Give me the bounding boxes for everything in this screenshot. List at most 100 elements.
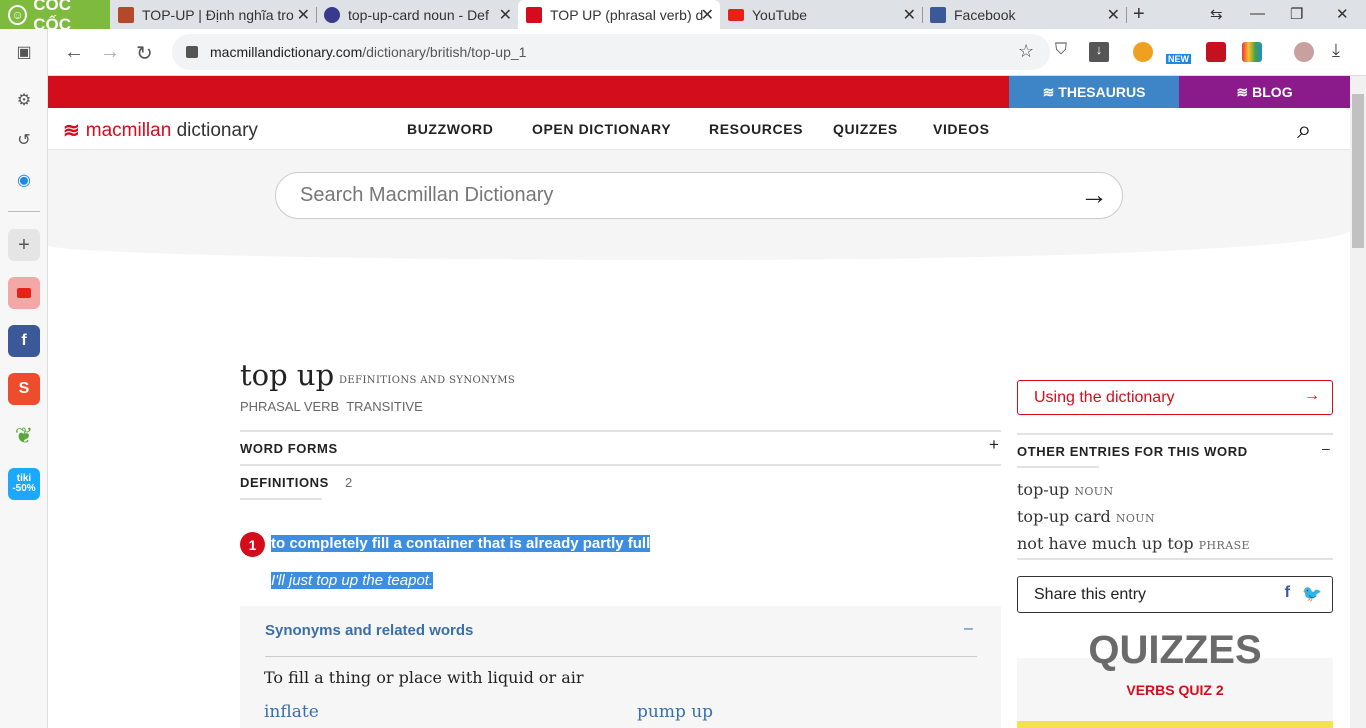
arrow-right-icon[interactable]: → [1080, 179, 1108, 211]
quiz-image [1017, 721, 1333, 728]
search-placeholder: Search Macmillan Dictionary [300, 184, 554, 206]
other-entries-heading[interactable]: OTHER ENTRIES FOR THIS WORD [1017, 444, 1248, 459]
nav-open-dictionary[interactable]: OPEN DICTIONARY [532, 121, 671, 137]
forward-button[interactable]: → [100, 41, 120, 64]
bookmark-star-icon[interactable]: ☆ [1018, 41, 1034, 62]
scrollbar-thumb[interactable] [1352, 94, 1364, 248]
tab-title: TOP UP (phrasal verb) d [550, 6, 704, 23]
arrow-right-icon: → [1304, 387, 1320, 404]
tab-title: TOP-UP | Định nghĩa tro [142, 6, 294, 23]
shopee-app-icon[interactable]: S [8, 373, 40, 405]
new-ext-badge[interactable]: NEW [1166, 54, 1191, 64]
tab-title: Facebook [954, 6, 1016, 23]
logo-mac-text: macmillan [85, 119, 172, 141]
close-icon[interactable]: ✕ [297, 5, 310, 25]
site-logo[interactable]: ≋ macmillan dictionary [63, 118, 258, 143]
close-icon[interactable]: ✕ [903, 5, 916, 25]
quiz-subtitle[interactable]: VERBS QUIZ 2 [1017, 682, 1333, 698]
definitions-label: DEFINITIONS [240, 475, 329, 490]
synonyms-toggle[interactable]: – [964, 620, 973, 638]
tab-cambridge[interactable]: TOP-UP | Định nghĩa tro ✕ [110, 0, 317, 29]
lock-icon [186, 46, 198, 58]
other-entry-word: top-up [1017, 480, 1070, 499]
downloads-icon[interactable]: ⤓ [1332, 40, 1340, 61]
tab-youtube[interactable]: YouTube ✕ [720, 0, 923, 29]
nav-buzzword[interactable]: BUZZWORD [407, 121, 493, 137]
definitions-count: 2 [345, 475, 353, 490]
avatar[interactable] [1294, 42, 1314, 62]
facebook-app-icon[interactable]: f [8, 325, 40, 357]
tiki-app-icon[interactable]: tiki -50% [8, 468, 40, 500]
share-label: Share this entry [1034, 585, 1147, 603]
download-ext-icon[interactable]: ↓ [1089, 42, 1109, 62]
messenger-icon[interactable]: ◉ [8, 164, 40, 196]
back-button[interactable]: ← [64, 41, 84, 64]
blog-link[interactable]: ≋ BLOG [1179, 76, 1350, 108]
reload-button[interactable]: ↻ [136, 41, 153, 66]
search-icon[interactable]: ⌕ [1297, 114, 1312, 146]
tab-search-icon[interactable]: ⇆ [1210, 5, 1223, 23]
headword-tag: DEFINITIONS AND SYNONYMS [339, 375, 516, 386]
other-entry[interactable]: top-up NOUN [1017, 480, 1114, 499]
divider [1017, 558, 1333, 560]
chrome-ext-icon[interactable] [1133, 42, 1153, 62]
other-entry-pos: PHRASE [1198, 539, 1250, 552]
nav-videos[interactable]: VIDEOS [933, 121, 990, 137]
address-bar[interactable]: macmillandictionary.com/dictionary/briti… [172, 34, 1050, 70]
other-entry-word: not have much up top [1017, 534, 1194, 553]
nav-quizzes[interactable]: QUIZZES [833, 121, 898, 137]
search-input[interactable]: Search Macmillan Dictionary → [275, 172, 1123, 219]
tab-macmillan[interactable]: TOP UP (phrasal verb) d ✕ [518, 0, 720, 29]
color-ext-icon[interactable] [1242, 42, 1262, 62]
coccoc-menu-button[interactable]: ☺ CỐC CỐC [0, 0, 110, 34]
youtube-app-icon[interactable] [8, 277, 40, 309]
add-app-icon[interactable]: + [8, 229, 40, 261]
sidebar-toggle-icon[interactable]: ▣ [8, 36, 40, 68]
facebook-share-icon[interactable]: f [1285, 584, 1290, 602]
close-icon[interactable]: ✕ [1107, 5, 1120, 25]
other-entry-pos: NOUN [1115, 512, 1155, 525]
history-icon[interactable]: ↺ [8, 124, 40, 156]
shield-icon[interactable]: ⛉ [1055, 41, 1067, 59]
gear-icon[interactable]: ⚙ [8, 84, 40, 116]
close-icon[interactable]: ✕ [499, 5, 512, 25]
restore-button[interactable]: ❐ [1290, 5, 1303, 23]
share-box: Share this entry f 🐦 [1017, 576, 1333, 613]
other-entries-underline [1017, 466, 1099, 468]
macmillan-logo-icon: ≋ [63, 120, 80, 142]
synonym-link[interactable]: inflate [264, 702, 319, 722]
thesaurus-link[interactable]: ≋ THESAURUS [1009, 76, 1179, 108]
using-dictionary-button[interactable]: Using the dictionary → [1017, 380, 1333, 415]
blog-icon: ≋ [1236, 83, 1249, 100]
red-ext-icon[interactable] [1206, 42, 1226, 62]
logo-dict-text: dictionary [176, 119, 258, 141]
using-dictionary-label: Using the dictionary [1034, 388, 1175, 406]
url-path: /dictionary/british/top-up_1 [362, 44, 527, 60]
minimize-button[interactable]: — [1250, 5, 1265, 22]
leaf-app-icon[interactable]: ❦ [8, 420, 40, 452]
close-icon[interactable]: ✕ [701, 5, 714, 25]
oxford-icon [324, 6, 340, 23]
close-window-button[interactable]: ✕ [1336, 5, 1349, 23]
headword: top up [240, 358, 335, 392]
sidebar-divider [8, 211, 40, 212]
other-entry[interactable]: top-up card NOUN [1017, 507, 1155, 526]
blog-label: BLOG [1252, 84, 1293, 100]
synonyms-heading[interactable]: Synonyms and related words [265, 622, 473, 639]
tab-facebook[interactable]: Facebook ✕ [922, 0, 1127, 29]
macmillan-icon [526, 6, 542, 23]
twitter-share-icon[interactable]: 🐦 [1302, 584, 1322, 604]
other-entry[interactable]: not have much up top PHRASE [1017, 534, 1250, 553]
synonyms-subheading: To fill a thing or place with liquid or … [264, 668, 584, 687]
new-tab-button[interactable]: + [1133, 3, 1145, 26]
synonym-link[interactable]: pump up [637, 702, 713, 722]
other-entries-toggle[interactable]: – [1322, 440, 1330, 456]
thesaurus-label: THESAURUS [1058, 84, 1146, 100]
nav-resources[interactable]: RESOURCES [709, 121, 803, 137]
other-entry-pos: NOUN [1074, 485, 1114, 498]
word-forms-toggle[interactable]: + [989, 435, 999, 455]
tab-title: YouTube [752, 6, 808, 23]
quiz-title: QUIZZES [1088, 628, 1262, 672]
word-forms-label[interactable]: WORD FORMS [240, 441, 338, 456]
tab-oxford[interactable]: top-up-card noun - Def ✕ [316, 0, 518, 29]
